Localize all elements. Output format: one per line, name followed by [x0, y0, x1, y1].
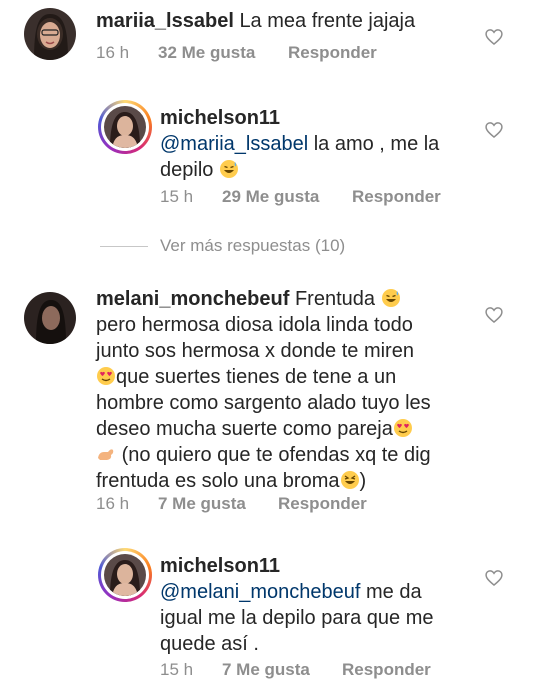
reply-button[interactable]: Responder [342, 660, 431, 680]
comment-text: pero hermosa diosa idola linda todo [96, 314, 413, 336]
grinning-sweat-emoji-icon [219, 160, 238, 178]
likes-link[interactable]: 7 Me gusta [222, 660, 342, 680]
avatar-mariia[interactable] [24, 8, 76, 60]
heart-eyes-emoji-icon [393, 419, 412, 437]
flexed-arm-emoji-icon [98, 449, 114, 460]
reply-button[interactable]: Responder [288, 43, 377, 63]
heart-icon[interactable] [484, 120, 504, 140]
comment-time: 16 h [96, 43, 130, 62]
comment-1-body: mariia_lssabel La mea frente jajaja [96, 8, 415, 34]
comment-text: ) [359, 470, 367, 492]
reply-button[interactable]: Responder [352, 187, 441, 207]
grinning-sweat-emoji-icon [381, 289, 400, 307]
heart-icon[interactable] [484, 305, 504, 325]
comment-text: depilo [160, 159, 214, 181]
heart-icon[interactable] [484, 27, 504, 47]
comment-text: la amo , me la [313, 133, 440, 155]
reply-button[interactable]: Responder [278, 494, 367, 514]
comment-time: 16 h [96, 494, 130, 513]
comment-text: me da [365, 581, 422, 603]
comment-2-body: michelson11 @mariia_lssabel la amo , me … [160, 105, 470, 183]
comment-text: junto sos hermosa x donde te miren [96, 340, 414, 362]
view-more-label: Ver más respuestas (10) [160, 236, 346, 255]
grinning-squint-emoji-icon [340, 471, 359, 489]
comment-username[interactable]: melani_monchebeuf [96, 288, 289, 310]
heart-icon[interactable] [484, 568, 504, 588]
comment-text: Frentuda [294, 288, 376, 310]
comment-username[interactable]: michelson11 [160, 555, 280, 577]
likes-link[interactable]: 32 Me gusta [158, 43, 288, 63]
mention-link[interactable]: @melani_monchebeuf [160, 581, 360, 603]
comment-4-meta: 15 h 7 Me gusta Responder [160, 660, 431, 680]
comment-time: 15 h [160, 187, 194, 206]
comment-text: quede así . [160, 633, 259, 655]
comment-text: igual me la depilo para que me [160, 607, 434, 629]
comment-text: La mea frente jajaja [239, 10, 416, 32]
comment-3-body: melani_monchebeuf Frentuda pero hermosa … [96, 286, 466, 494]
comment-text: (no quiero que te ofendas xq te dig [121, 444, 431, 466]
avatar-michelson11[interactable] [98, 548, 152, 602]
comment-text: hombre como sargento alado tuyo les [96, 392, 431, 414]
comment-username[interactable]: mariia_lssabel [96, 10, 234, 32]
comment-username[interactable]: michelson11 [160, 107, 280, 129]
likes-link[interactable]: 29 Me gusta [222, 187, 352, 207]
view-more-replies[interactable]: Ver más respuestas (10) [100, 236, 345, 256]
comment-text: frentuda es solo una broma [96, 470, 340, 492]
comment-text: deseo mucha suerte como pareja [96, 418, 393, 440]
comment-text: que suertes tienes de tene a un [116, 366, 397, 388]
comment-4-body: michelson11 @melani_monchebeuf me da igu… [160, 553, 470, 657]
mention-link[interactable]: @mariia_lssabel [160, 133, 308, 155]
avatar-melani[interactable] [24, 292, 76, 344]
comment-2-meta: 15 h 29 Me gusta Responder [160, 187, 441, 207]
avatar-michelson11[interactable] [98, 100, 152, 154]
heart-eyes-emoji-icon [97, 367, 115, 385]
likes-link[interactable]: 7 Me gusta [158, 494, 278, 514]
comment-3-meta: 16 h 7 Me gusta Responder [96, 494, 367, 514]
divider-line [100, 245, 148, 247]
comment-1-meta: 16 h 32 Me gusta Responder [96, 43, 377, 63]
comment-time: 15 h [160, 660, 194, 679]
